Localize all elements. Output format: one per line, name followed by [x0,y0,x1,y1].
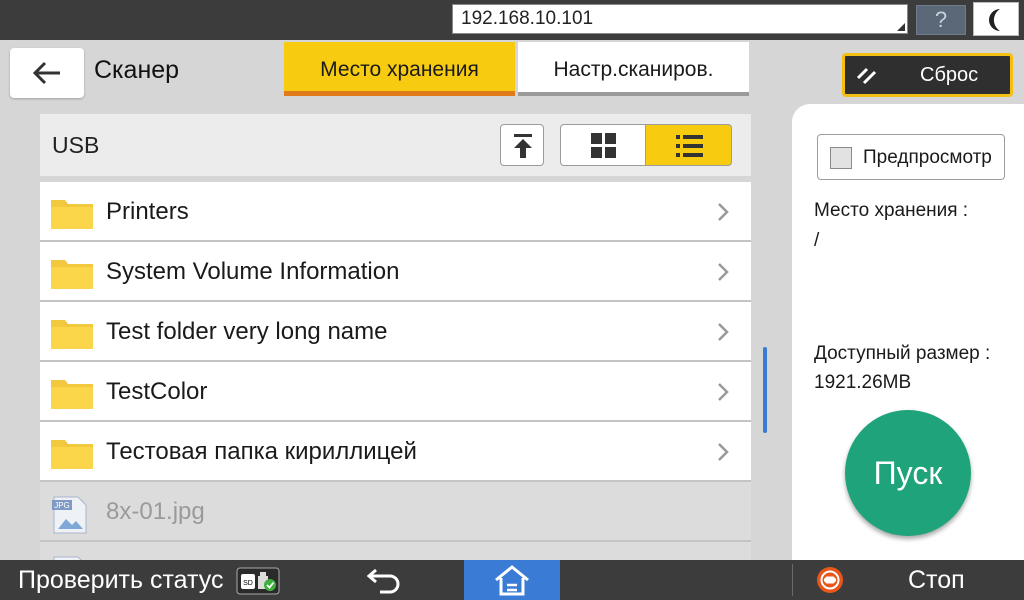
grid-view-icon [591,133,616,158]
preview-toggle[interactable]: Предпросмотр [817,134,1005,180]
storage-location-label: Место хранения : [814,200,969,221]
return-button[interactable] [330,560,440,600]
reset-icon [856,67,877,85]
divider [792,564,793,596]
stop-icon [817,567,843,593]
file-name: 8x-01.jpg [106,498,205,525]
chevron-right-icon [718,383,729,401]
list-item[interactable]: Printers [40,182,751,242]
folder-icon [51,440,93,469]
moon-icon [989,9,1000,31]
file-list: Printers System Volume Information Test … [40,182,751,560]
top-bar: 192.168.10.101 ? [0,0,1024,40]
up-to-top-icon [514,134,532,158]
grid-view-button[interactable] [560,124,646,166]
stop-label: Стоп [908,566,965,594]
svg-text:JPG: JPG [54,501,70,510]
preview-label: Предпросмотр [863,147,992,168]
preview-checkbox[interactable] [830,147,852,169]
list-item[interactable]: System Volume Information [40,242,751,302]
ip-address-text: 192.168.10.101 [461,8,594,29]
help-button[interactable]: ? [916,5,966,35]
list-item[interactable]: JPG 8x-01.jpg [40,482,751,542]
list-view-button[interactable] [646,124,732,166]
home-button[interactable] [464,560,560,600]
file-name: Тестовая папка кириллицей [106,438,417,465]
start-button[interactable]: Пуск [845,410,971,536]
file-name: Printers [106,198,189,225]
file-name: TestColor [106,378,208,405]
return-arrow-icon [366,568,400,594]
reset-button[interactable]: Сброс [842,53,1013,97]
chevron-right-icon [718,323,729,341]
available-size-label: Доступный размер : [814,343,991,364]
chevron-right-icon [718,443,729,461]
back-button[interactable] [10,48,84,98]
folder-icon [51,380,93,409]
back-arrow-icon [32,61,60,85]
night-mode-button[interactable] [973,2,1019,36]
tab-storage[interactable]: Место хранения [284,42,515,96]
sd-card-status-icon[interactable]: SD [236,567,280,595]
check-status-button[interactable]: Проверить статус [0,560,228,600]
storage-location-value: / [814,230,820,251]
right-panel: Предпросмотр Место хранения : / Доступны… [792,104,1024,560]
up-folder-button[interactable] [500,124,544,166]
folder-icon [51,260,93,289]
available-size-value: 1921.26MB [814,372,912,393]
chevron-right-icon [718,203,729,221]
reset-label: Сброс [920,64,979,86]
svg-text:SD: SD [243,580,253,587]
location-label: USB [52,132,100,158]
home-icon [495,565,529,596]
page-title: Сканер [94,56,180,84]
jpg-file-icon: JPG [52,496,87,534]
bottom-bar: Проверить статус SD Стоп [0,560,1024,600]
chevron-right-icon [718,263,729,281]
scrollbar[interactable] [763,347,767,433]
folder-icon [51,200,93,229]
list-item[interactable]: Test folder very long name [40,302,751,362]
location-bar: USB [40,114,751,176]
folder-icon [51,320,93,349]
stop-button[interactable]: Стоп [800,560,1024,600]
tab-scan-settings[interactable]: Настр.сканиров. [518,42,749,96]
list-view-icon [676,135,703,157]
file-name: Test folder very long name [106,318,388,345]
resize-grip-icon [897,23,905,31]
list-item[interactable] [40,542,751,560]
list-item[interactable]: Тестовая папка кириллицей [40,422,751,482]
list-item[interactable]: TestColor [40,362,751,422]
file-name: System Volume Information [106,258,400,285]
ip-address-field[interactable]: 192.168.10.101 [452,4,908,34]
